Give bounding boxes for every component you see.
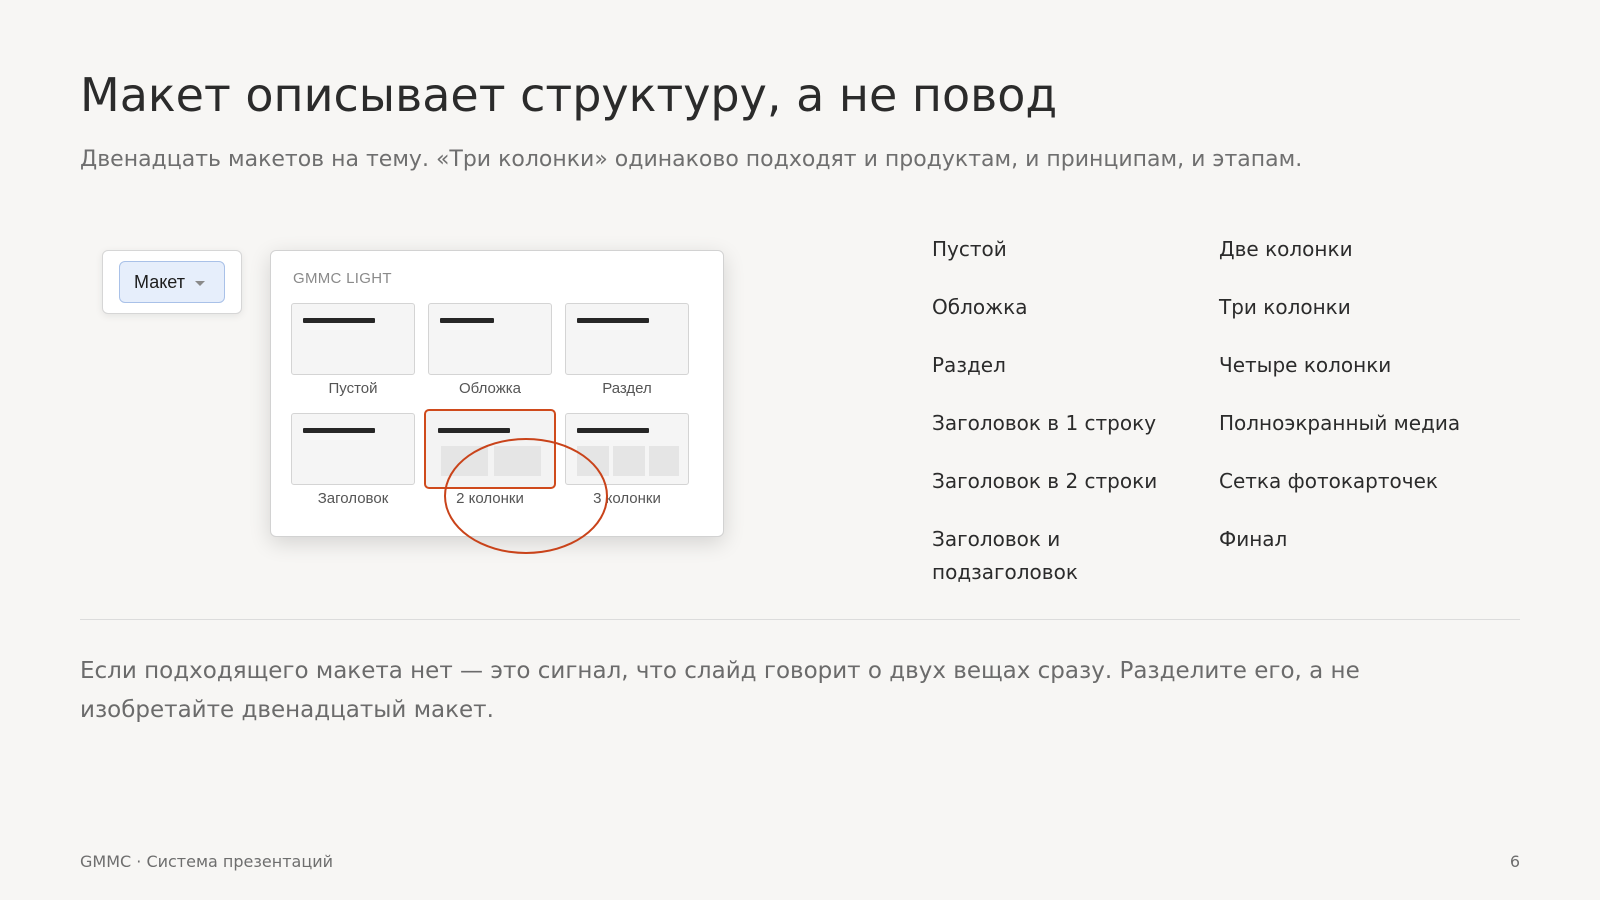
thumbnail-title-bar — [577, 428, 649, 433]
thumbnail-title-bar — [303, 428, 375, 433]
list-item: Заголовок в 1 строку — [932, 411, 1157, 435]
list-item: Раздел — [932, 353, 1006, 377]
list-item: Пустой — [932, 237, 1007, 261]
section-divider — [80, 619, 1520, 620]
list-item: Заголовок в 2 строки — [932, 469, 1158, 493]
layouts-list-right: Две колонки Три колонки Четыре колонки П… — [1219, 233, 1519, 581]
list-item: Полноэкранный медиа — [1219, 411, 1461, 435]
layout-picker-header: GMMC LIGHT — [293, 270, 392, 287]
layout-dropdown-button[interactable]: Макет — [119, 261, 225, 303]
thumbnail-column — [441, 446, 488, 476]
layout-thumbnail-label: 3 колонки — [593, 490, 661, 507]
layout-thumbnail-two-columns[interactable] — [424, 409, 556, 489]
list-item: Сетка фотокарточек — [1219, 469, 1438, 493]
layout-thumbnail-label: Заголовок — [317, 490, 389, 507]
thumbnail-column — [577, 446, 609, 476]
layout-thumbnail-blank[interactable] — [291, 303, 415, 375]
thumbnail-title-bar — [577, 318, 649, 323]
list-item: Две колонки — [1219, 237, 1353, 261]
layout-thumbnail-label: Обложка — [459, 380, 521, 397]
slide-note: Если подходящего макета нет — это сигнал… — [80, 658, 1360, 723]
caret-down-icon — [194, 280, 205, 286]
thumbnail-title-bar — [440, 318, 494, 323]
list-item: Четыре колонки — [1219, 353, 1392, 377]
layouts-list-left: Пустой Обложка Раздел Заголовок в 1 стро… — [932, 233, 1182, 614]
slide-title: Макет описывает структуру, а не повод — [80, 68, 1058, 122]
layout-thumbnail-label: Раздел — [602, 380, 652, 397]
layout-dropdown-label: Макет — [134, 271, 185, 292]
list-item: Три колонки — [1219, 295, 1351, 319]
footer-caption: GMMC · Система презентаций — [80, 852, 334, 871]
layout-thumbnail-heading[interactable] — [291, 413, 415, 485]
list-item: Обложка — [932, 295, 1028, 319]
layout-thumbnail-label: 2 колонки — [456, 490, 524, 507]
thumbnail-title-bar — [438, 428, 510, 433]
layout-dropdown-card: Макет — [102, 250, 242, 314]
slide-subtitle: Двенадцать макетов на тему. «Три колонки… — [80, 147, 1303, 172]
page-number: 6 — [1509, 852, 1520, 871]
layout-thumbnail-three-columns[interactable] — [565, 413, 689, 485]
thumbnail-title-bar — [303, 318, 375, 323]
layout-picker-popup: GMMC LIGHT Пустой Обложка Раздел Заголов… — [270, 250, 724, 537]
list-item: Финал — [1219, 527, 1288, 551]
list-item: Заголовок и подзаголовок — [932, 527, 1078, 584]
layout-thumbnail-section[interactable] — [565, 303, 689, 375]
layout-thumbnail-label: Пустой — [328, 380, 378, 397]
layout-thumbnail-cover[interactable] — [428, 303, 552, 375]
thumbnail-column — [613, 446, 645, 476]
thumbnail-column — [494, 446, 541, 476]
thumbnail-column — [649, 446, 679, 476]
